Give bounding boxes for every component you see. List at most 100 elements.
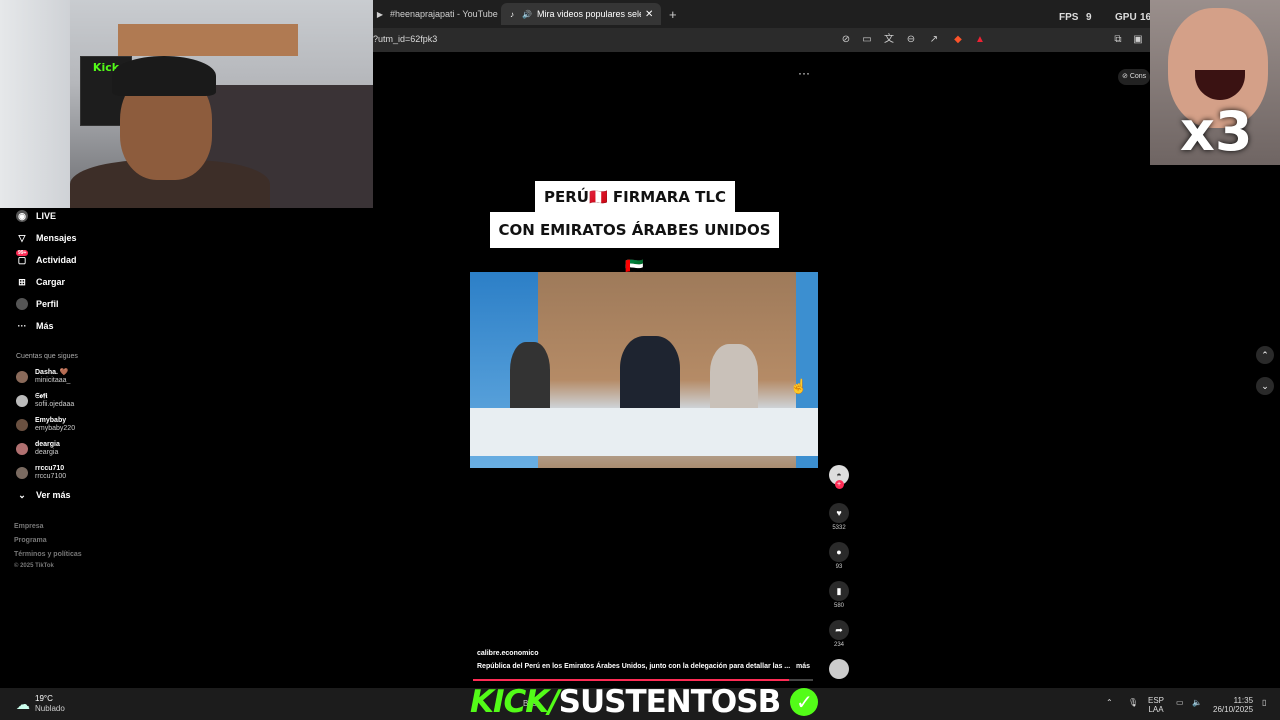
kick-channel-overlay: KICK/SUSTENTOSB ✓ [470, 684, 818, 720]
comment-button[interactable]: ● 93 [829, 542, 849, 570]
following-handle: minicitaaa_ [35, 377, 71, 384]
tiktok-icon: ♪ [510, 9, 514, 19]
video-frame[interactable] [470, 272, 818, 468]
extensions-icon[interactable]: ⧉ [1111, 33, 1125, 47]
sidebar-item-live[interactable]: ◉ LIVE [16, 209, 56, 223]
top-right-link-label: Cons [1129, 73, 1147, 80]
multiplier-text: x3 [1180, 100, 1253, 163]
new-tab-button[interactable]: + [669, 3, 683, 25]
video-more-options-icon[interactable]: ··· [798, 66, 810, 80]
following-handle: deargia [35, 449, 59, 456]
address-bar: ?utm_id=62fpk3 ⊘ ▭ 文 ⊖ ↗ ◆ ▲ ⧉ ▣ [373, 28, 1280, 52]
sidebar-item-label: Más [36, 321, 54, 331]
following-handle: sofii.ojedaaa [35, 401, 75, 408]
shelf [118, 24, 298, 56]
sound-button[interactable] [829, 659, 849, 679]
gpu-label: GPU [1115, 12, 1137, 23]
speaker-icon: 🔊 [522, 9, 532, 19]
live-icon: ◉ [16, 210, 28, 222]
brave-rewards-icon[interactable]: ▲ [973, 33, 987, 47]
curtain [0, 0, 70, 208]
browser-tab-bar: ▶ #heenaprajapati - YouTube ♪ 🔊 Mira vid… [373, 0, 1280, 28]
top-right-link[interactable]: ⊘ Cons [1118, 69, 1151, 85]
sidebar-item-more[interactable]: ··· Más [16, 319, 54, 333]
brave-shield-icon[interactable]: ◆ [951, 33, 965, 47]
profile-icon [16, 298, 28, 310]
following-handle: emybaby220 [35, 425, 76, 432]
footer-link-terms[interactable]: Términos y políticas [14, 551, 82, 558]
bookmark-icon: ▮ [829, 581, 849, 601]
following-item[interactable]: Dasha. 🤎 minicitaaa_ [16, 367, 70, 387]
like-button[interactable]: ♥ 5332 [829, 503, 849, 531]
lang2: LAA [1148, 705, 1164, 714]
activity-badge: 99+ [16, 250, 29, 256]
fps-label: FPS [1059, 12, 1079, 23]
sidebar-item-label: Mensajes [36, 233, 77, 243]
avatar [16, 371, 28, 383]
following-name: Emybaby [35, 417, 67, 424]
sidebar-item-activity[interactable]: ▢ 99+ Actividad [16, 250, 77, 267]
see-more-label: Ver más [36, 490, 71, 500]
close-tab-icon[interactable]: ✕ [645, 9, 653, 20]
following-item[interactable]: rrccu710 rrccu7100 [16, 463, 66, 483]
follow-plus-icon[interactable]: + [834, 480, 844, 489]
network-icon[interactable]: ▭ [1176, 698, 1184, 707]
tray-expand-icon[interactable]: ⌃ [1106, 698, 1113, 707]
following-item[interactable]: Emybaby emybaby220 [16, 415, 75, 435]
more-icon: ··· [17, 321, 27, 331]
sidebar-item-profile[interactable]: Perfil [16, 297, 59, 311]
avatar [16, 395, 28, 407]
next-video-button[interactable]: ⌄ [1256, 377, 1274, 395]
notification-icon[interactable]: ▯ [1262, 698, 1266, 707]
volume-icon[interactable]: 🔈 [1192, 698, 1202, 707]
share-button[interactable]: ➦ 234 [829, 620, 849, 648]
share-icon[interactable]: ↗ [927, 33, 941, 47]
language-indicator[interactable]: ESP LAA [1148, 696, 1164, 714]
tab-tiktok[interactable]: ♪ 🔊 Mira videos populares selecc ✕ [501, 3, 661, 25]
following-handle: rrccu7100 [35, 473, 67, 480]
music-disc-icon [829, 659, 849, 679]
cloud-icon: ☁ [16, 695, 30, 712]
clock[interactable]: 11:35 26/10/2025 [1213, 696, 1253, 714]
following-name: 𝕾𝖔𝖋𝖎 [35, 393, 48, 400]
see-more-button[interactable]: ⌄ Ver más [16, 488, 71, 502]
video-title-line2: CON EMIRATOS ÁRABES UNIDOS🇦🇪 [490, 212, 779, 275]
sidebar-item-upload[interactable]: ⊞ Cargar [16, 275, 65, 289]
footer-copyright: © 2025 TikTok [14, 563, 54, 569]
avatar [16, 467, 28, 479]
footer-link-company[interactable]: Empresa [14, 523, 44, 530]
microphone-icon[interactable]: 🎙 [1128, 698, 1138, 707]
webcam-left: Kick [0, 0, 373, 208]
weather-temp: 19°C [35, 694, 53, 703]
video-person [510, 342, 550, 412]
caption-more-link[interactable]: más [796, 663, 810, 670]
zoom-icon[interactable]: ⊖ [904, 33, 918, 47]
sidebar-item-label: Actividad [36, 255, 77, 265]
translate-icon[interactable]: 文 [882, 33, 896, 47]
streamer-cap [112, 56, 216, 96]
following-name: deargia [35, 441, 60, 448]
mouse-cursor-icon: ☝ [790, 378, 808, 394]
save-count: 580 [833, 603, 844, 609]
video-person [620, 336, 680, 416]
url-text[interactable]: ?utm_id=62fpk3 [373, 34, 437, 44]
video-progress-bar[interactable] [473, 679, 813, 681]
comment-count: 93 [835, 564, 843, 570]
following-item[interactable]: 𝕾𝖔𝖋𝖎 sofii.ojedaaa [16, 391, 74, 411]
footer-link-program[interactable]: Programa [14, 537, 47, 544]
sidebar-item-messages[interactable]: ▽ Mensajes [16, 231, 77, 245]
weather-widget[interactable]: ☁ 19°C Nublado [16, 694, 65, 714]
sidebar-toggle-icon[interactable]: ▣ [1131, 33, 1145, 47]
info-icon: ⊘ [1122, 73, 1128, 80]
sidebar-item-label: LIVE [36, 211, 57, 221]
creator-avatar-button[interactable]: ◓ + [829, 465, 849, 489]
eye-off-icon[interactable]: ⊘ [839, 33, 853, 47]
video-author[interactable]: calibre.economico [477, 650, 538, 657]
save-button[interactable]: ▮ 580 [829, 581, 849, 609]
previous-video-button[interactable]: ⌃ [1256, 346, 1274, 364]
screen-icon[interactable]: ▭ [860, 33, 874, 47]
heart-icon: ♥ [829, 503, 849, 523]
following-item[interactable]: deargia deargia [16, 439, 60, 459]
tab-youtube[interactable]: ▶ #heenaprajapati - YouTube [373, 3, 501, 25]
weather-desc: Nublado [35, 704, 65, 713]
